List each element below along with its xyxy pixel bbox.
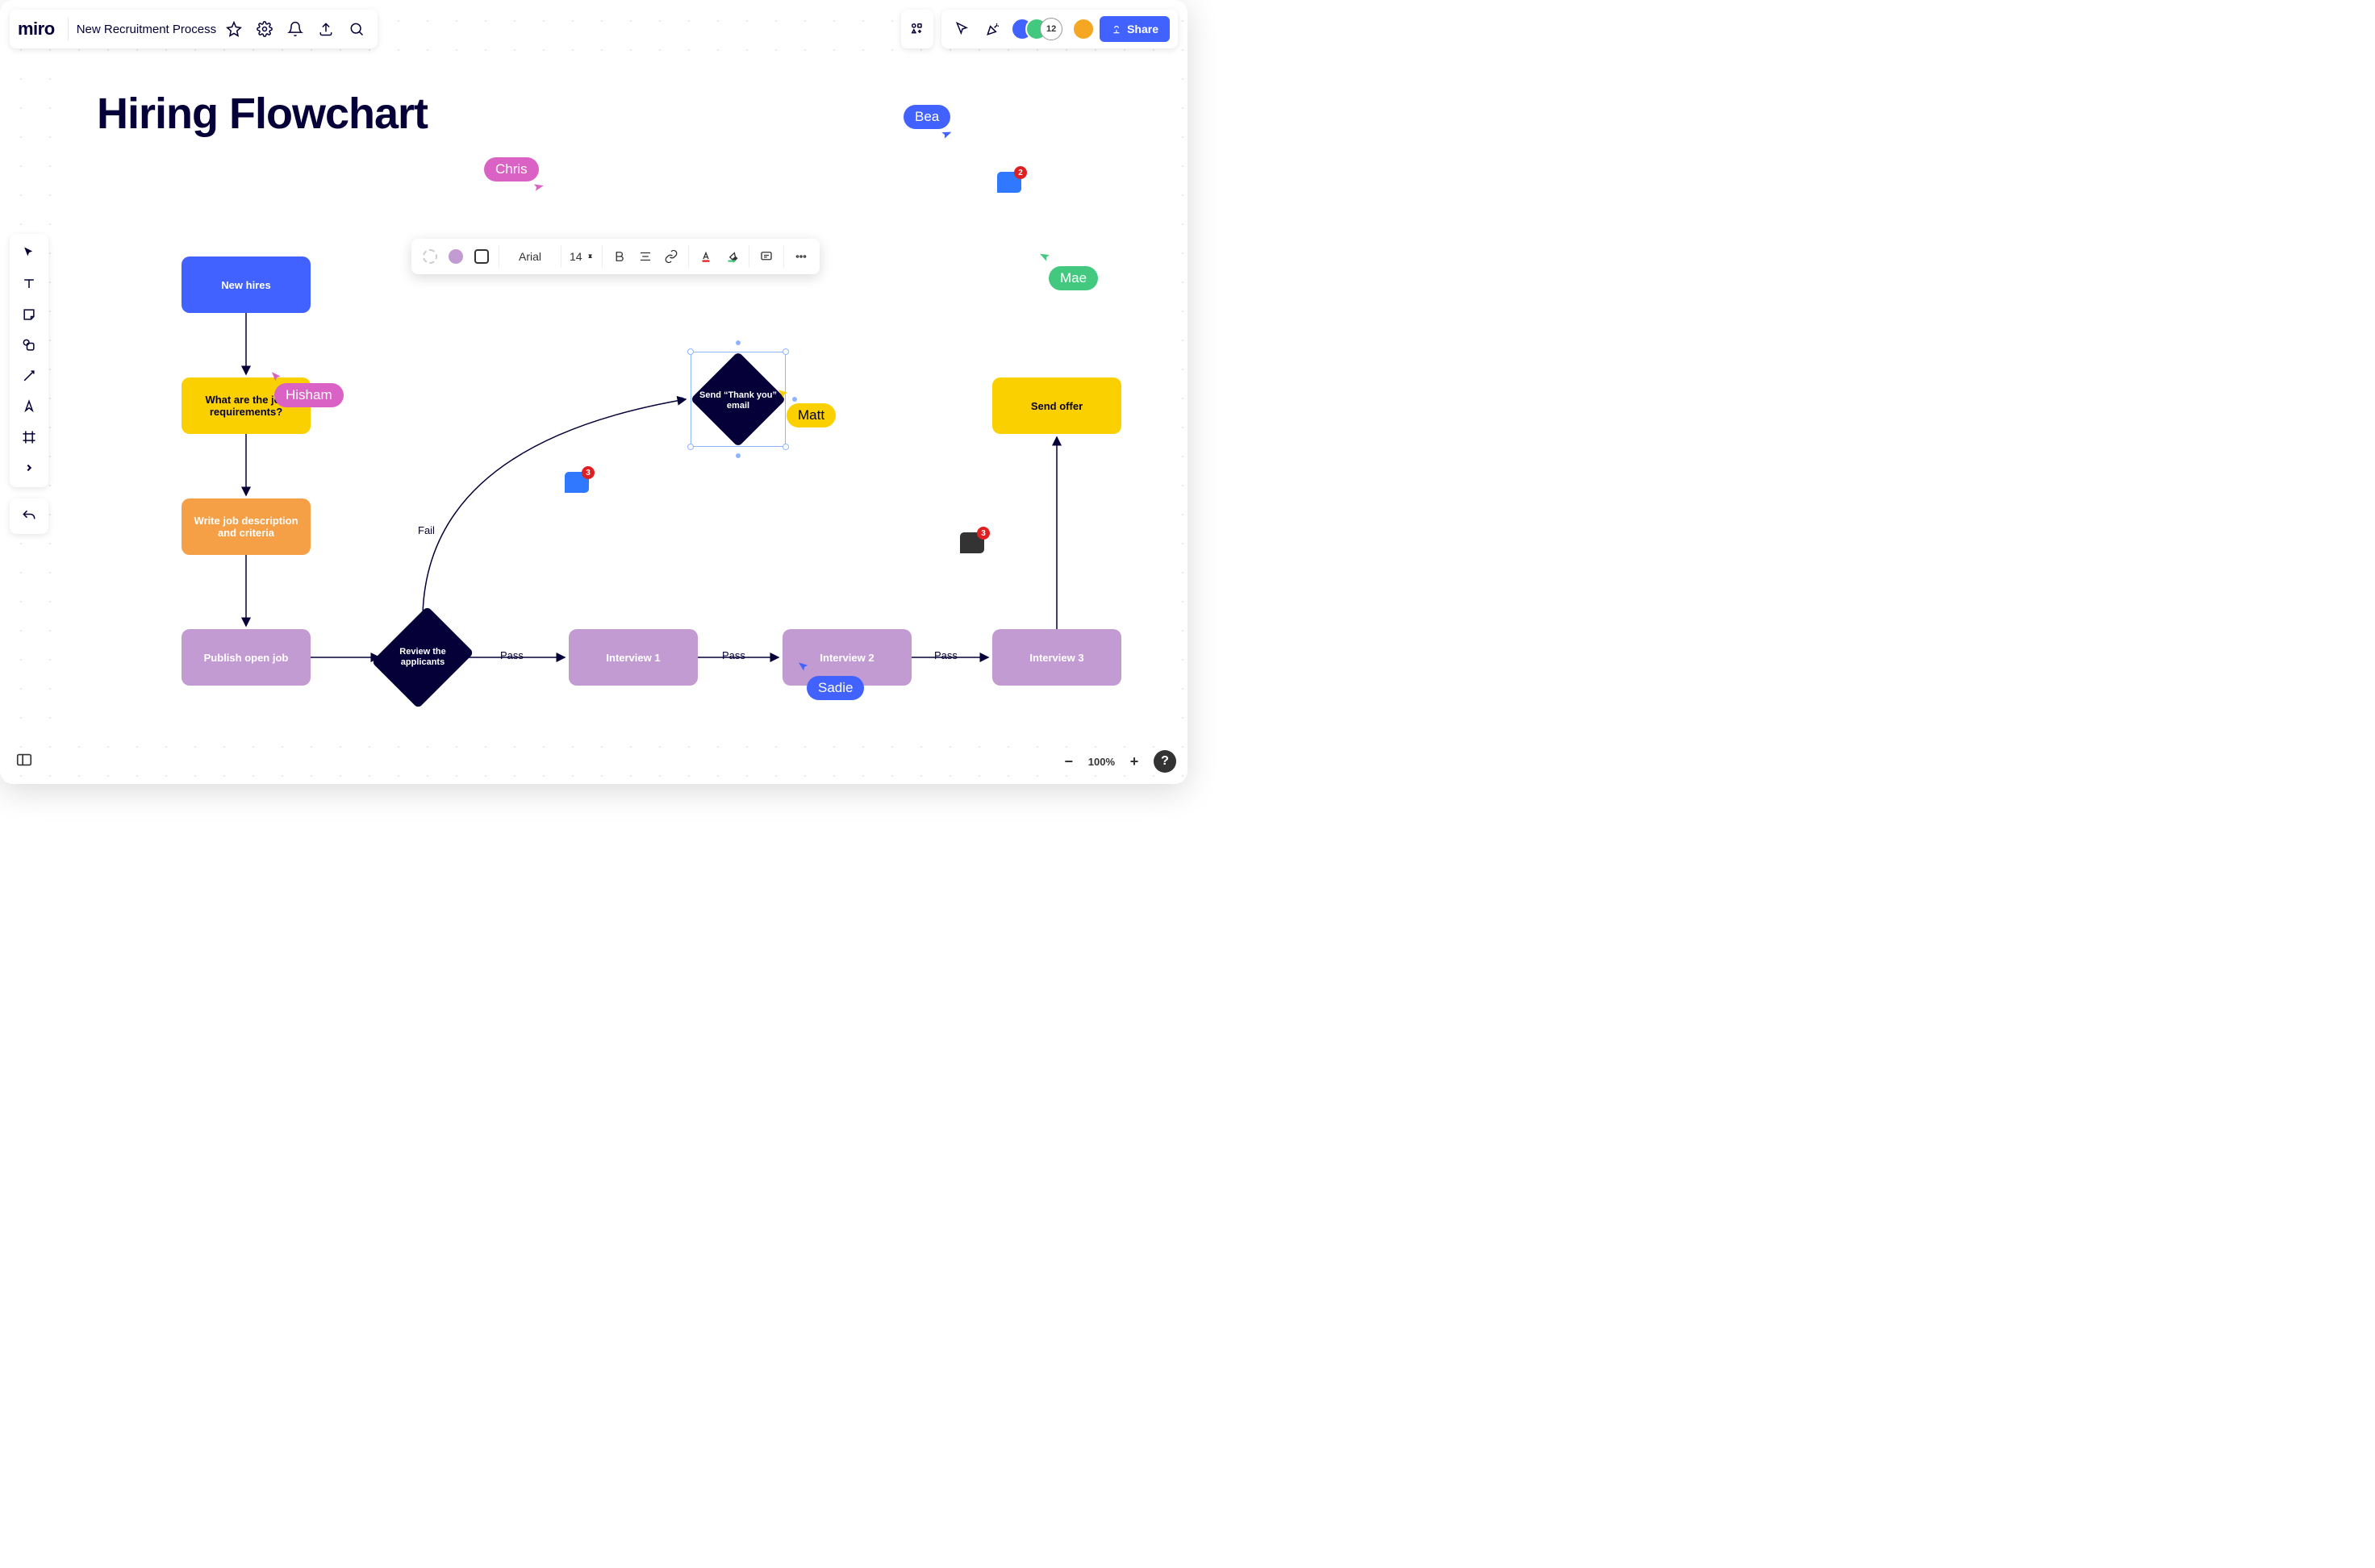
connector-dot[interactable]	[736, 453, 741, 458]
frame-tool[interactable]	[15, 423, 44, 452]
sticky-note-tool[interactable]	[15, 300, 44, 329]
connector-dot[interactable]	[792, 397, 797, 402]
connector-dot[interactable]	[736, 340, 741, 345]
help-button[interactable]: ?	[1154, 750, 1176, 773]
user-cursor-hisham: Hisham	[274, 383, 344, 407]
border-style-button[interactable]	[418, 242, 442, 271]
select-tool[interactable]	[15, 239, 44, 268]
font-size-input[interactable]: 14 ▲▼	[566, 242, 597, 271]
current-user-avatar[interactable]	[1072, 18, 1095, 40]
context-toolbar: Arial 14 ▲▼	[411, 239, 820, 274]
header-left: miro New Recruitment Process	[10, 10, 378, 48]
divider	[783, 245, 784, 268]
more-options-button[interactable]	[789, 242, 813, 271]
user-cursor-bea: Bea	[904, 105, 950, 129]
zoom-level[interactable]: 100%	[1088, 756, 1115, 768]
node-write-description[interactable]: Write job description and criteria	[182, 498, 311, 555]
user-cursor-chris: Chris	[484, 157, 539, 181]
resize-handle[interactable]	[687, 444, 694, 450]
shape-tool[interactable]	[15, 331, 44, 360]
user-cursor-matt: Matt	[787, 403, 836, 427]
share-button[interactable]: Share	[1100, 16, 1170, 42]
panel-toggle-button[interactable]	[11, 747, 37, 773]
link-button[interactable]	[659, 242, 683, 271]
star-icon[interactable]	[221, 16, 247, 42]
edge-label-fail: Fail	[418, 524, 435, 536]
font-family-select[interactable]: Arial	[504, 242, 556, 271]
node-send-offer[interactable]: Send offer	[992, 377, 1121, 434]
resize-handle[interactable]	[687, 348, 694, 355]
comment-bubble[interactable]: 3	[960, 532, 984, 553]
node-interview-1[interactable]: Interview 1	[569, 629, 698, 686]
comment-button[interactable]	[754, 242, 778, 271]
comment-bubble[interactable]: 2	[997, 172, 1021, 193]
resize-handle[interactable]	[783, 348, 789, 355]
avatar-count: 12	[1040, 18, 1062, 40]
export-icon[interactable]	[313, 16, 339, 42]
bold-button[interactable]	[607, 242, 632, 271]
bell-icon[interactable]	[282, 16, 308, 42]
more-tools[interactable]	[15, 453, 44, 482]
zoom-in-button[interactable]: +	[1123, 750, 1146, 773]
search-icon[interactable]	[344, 16, 369, 42]
text-tool[interactable]	[15, 269, 44, 298]
header-right: 12 Share	[901, 10, 1178, 48]
frame-title[interactable]: Hiring Flowchart	[97, 89, 428, 139]
comment-bubble[interactable]: 3	[565, 472, 589, 493]
avatar-stack[interactable]: 12	[1011, 18, 1062, 40]
connector-tool[interactable]	[15, 361, 44, 390]
left-toolbar	[10, 234, 48, 487]
divider	[688, 245, 689, 268]
cursor-mode-icon[interactable]	[950, 16, 975, 42]
board-name[interactable]: New Recruitment Process	[77, 23, 216, 36]
divider	[68, 18, 69, 40]
share-label: Share	[1127, 23, 1158, 35]
settings-icon[interactable]	[252, 16, 278, 42]
presentation-tools: 12 Share	[941, 10, 1178, 48]
reactions-icon[interactable]	[980, 16, 1006, 42]
user-cursor-mae: Mae	[1049, 266, 1098, 290]
connector-dot[interactable]	[679, 397, 684, 402]
pen-tool[interactable]	[15, 392, 44, 421]
align-button[interactable]	[633, 242, 657, 271]
edge-label-pass: Pass	[500, 649, 524, 661]
app-logo: miro	[18, 19, 55, 40]
comment-count-badge: 3	[977, 527, 990, 540]
fill-color-button[interactable]	[444, 242, 468, 271]
apps-button[interactable]	[901, 10, 933, 48]
comment-count-badge: 3	[582, 466, 595, 479]
node-new-hires[interactable]: New hires	[182, 256, 311, 313]
undo-button[interactable]	[10, 498, 48, 534]
frame[interactable]: Hiring Flowchart New hires What are the …	[65, 56, 1171, 726]
zoom-out-button[interactable]: −	[1058, 750, 1080, 773]
divider	[602, 245, 603, 268]
text-color-button[interactable]	[694, 242, 718, 271]
edge-label-pass: Pass	[722, 649, 745, 661]
user-cursor-sadie: Sadie	[807, 676, 864, 700]
node-thank-you-email[interactable]: Send “Thank you” email	[694, 355, 783, 444]
zoom-controls: − 100% + ?	[1058, 750, 1176, 773]
node-publish-job[interactable]: Publish open job	[182, 629, 311, 686]
shape-picker-button[interactable]	[470, 242, 494, 271]
node-review-applicants[interactable]: Review the applicants	[383, 618, 462, 697]
edge-label-pass: Pass	[934, 649, 958, 661]
comment-count-badge: 2	[1014, 166, 1027, 179]
node-interview-3[interactable]: Interview 3	[992, 629, 1121, 686]
resize-handle[interactable]	[783, 444, 789, 450]
highlight-button[interactable]	[720, 242, 744, 271]
